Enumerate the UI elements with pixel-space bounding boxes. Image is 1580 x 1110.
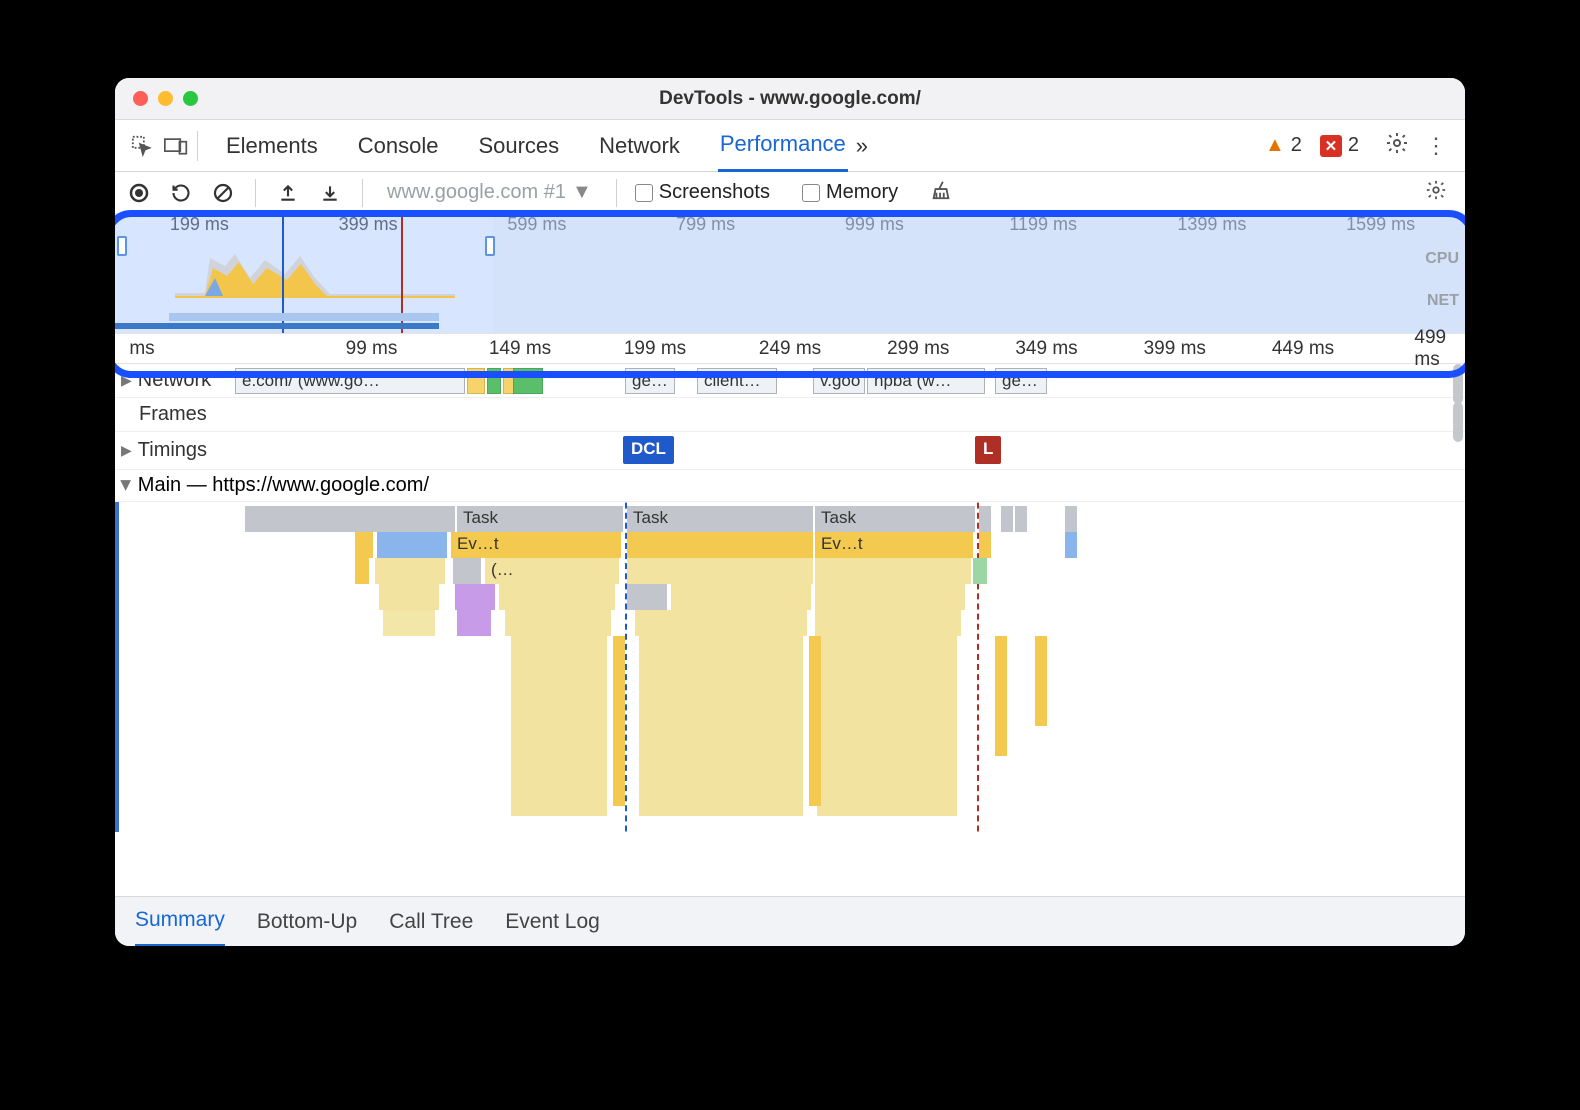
devtools-window: DevTools - www.google.com/ Elements Cons… [115,78,1465,946]
collect-garbage-icon[interactable] [930,179,952,207]
overview-timeline-region: 199 ms399 ms599 ms799 ms999 ms1199 ms139… [115,214,1465,364]
kebab-menu-icon[interactable]: ⋮ [1425,133,1447,159]
settings-icon[interactable] [1385,131,1409,161]
tab-event-log[interactable]: Event Log [505,910,600,934]
ruler-tick: 99 ms [346,338,398,360]
clear-icon[interactable] [209,183,237,203]
main-track-header[interactable]: ▶ Main — https://www.google.com/ [115,470,1465,502]
network-request[interactable] [467,368,485,394]
record-icon[interactable] [125,183,153,203]
network-request[interactable]: hpba (w… [867,368,985,394]
tab-bottom-up[interactable]: Bottom-Up [257,910,357,934]
capture-settings-icon[interactable] [1425,179,1447,207]
error-icon: ✕ [1320,135,1342,157]
screenshots-checkbox[interactable]: Screenshots [635,181,770,204]
performance-toolbar: www.google.com #1 ▼ Screenshots Memory [115,172,1465,214]
tab-elements[interactable]: Elements [224,120,320,172]
ruler[interactable]: ms 99 ms 149 ms 199 ms 249 ms 299 ms 349 ms 399… [115,334,1465,364]
load-marker[interactable]: L [975,436,1001,464]
tab-sources[interactable]: Sources [476,120,561,172]
titlebar: DevTools - www.google.com/ [115,78,1465,120]
overview-net-bar [115,323,439,329]
device-toggle-icon[interactable] [159,136,193,156]
dropdown-icon: ▼ [572,181,592,204]
reload-icon[interactable] [167,183,195,203]
expand-icon[interactable]: ▶ [121,442,132,459]
cpu-label: CPU [1425,250,1459,268]
warning-count-value: 2 [1291,134,1302,157]
main-track-label: Main — https://www.google.com/ [138,474,429,497]
overview-handle-left[interactable] [117,236,127,256]
memory-checkbox[interactable]: Memory [802,181,898,204]
frames-track-label: Frames [139,403,207,426]
ruler-tick: 199 ms [624,338,686,360]
warning-icon: ▲ [1265,134,1285,157]
network-request[interactable]: v.goo [813,368,865,394]
details-tabs: Summary Bottom-Up Call Tree Event Log [115,896,1465,946]
event-block[interactable]: Ev…t [451,532,621,558]
dcl-marker[interactable]: DCL [623,436,674,464]
ruler-tick: 349 ms [1015,338,1077,360]
expand-icon[interactable]: ▶ [121,372,132,389]
event-block[interactable]: Ev…t [815,532,973,558]
task-block[interactable]: Task [457,506,623,532]
window-title: DevTools - www.google.com/ [115,88,1465,110]
task-block[interactable]: Task [815,506,975,532]
ruler-tick: ms [129,338,154,360]
flame-chart[interactable]: Task Task Task Ev…t Ev…t (… [115,502,1465,832]
overview-handle-right[interactable] [485,236,495,256]
more-tabs-icon[interactable]: » [856,133,868,159]
panel-tabs: Elements Console Sources Network Perform… [115,120,1465,172]
overview-net-bar [169,313,439,321]
net-label: NET [1427,292,1459,310]
upload-icon[interactable] [274,183,302,203]
errors-count[interactable]: ✕ 2 [1320,134,1359,157]
download-icon[interactable] [316,183,344,203]
network-track-label: Network [138,369,211,392]
network-request[interactable]: ge… [625,368,675,394]
ruler-tick: 149 ms [489,338,551,360]
tab-summary[interactable]: Summary [135,897,225,947]
error-count-value: 2 [1348,134,1359,157]
tab-performance[interactable]: Performance [718,120,848,172]
overview-unselected [493,214,1465,333]
network-track[interactable]: ▶ Network e.com/ (www.go… ge… client… v.goo… [115,364,1465,398]
frames-track[interactable]: Frames [115,398,1465,432]
inspect-icon[interactable] [125,135,159,157]
network-request[interactable] [487,368,501,394]
network-request[interactable]: client… [697,368,777,394]
tab-network[interactable]: Network [597,120,682,172]
ruler-tick: 299 ms [887,338,949,360]
ruler-tick: 449 ms [1272,338,1334,360]
network-request[interactable] [513,368,543,394]
collapse-icon[interactable]: ▶ [118,480,135,491]
network-request[interactable]: ge… [995,368,1047,394]
tab-console[interactable]: Console [356,120,441,172]
function-block[interactable]: (… [485,558,619,584]
ruler-tick: 399 ms [1144,338,1206,360]
timings-track[interactable]: ▶ Timings DCL L [115,432,1465,470]
overview-timeline[interactable]: 199 ms399 ms599 ms799 ms999 ms1199 ms139… [115,214,1465,334]
ruler-tick: 249 ms [759,338,821,360]
recording-name: www.google.com #1 [387,181,566,204]
network-request[interactable]: e.com/ (www.go… [235,368,465,394]
task-block[interactable]: Task [627,506,813,532]
tab-call-tree[interactable]: Call Tree [389,910,473,934]
recording-selector[interactable]: www.google.com #1 ▼ [381,179,598,206]
overview-cpu-chart [175,248,455,298]
timings-track-label: Timings [138,439,207,462]
warnings-count[interactable]: ▲ 2 [1265,134,1302,157]
